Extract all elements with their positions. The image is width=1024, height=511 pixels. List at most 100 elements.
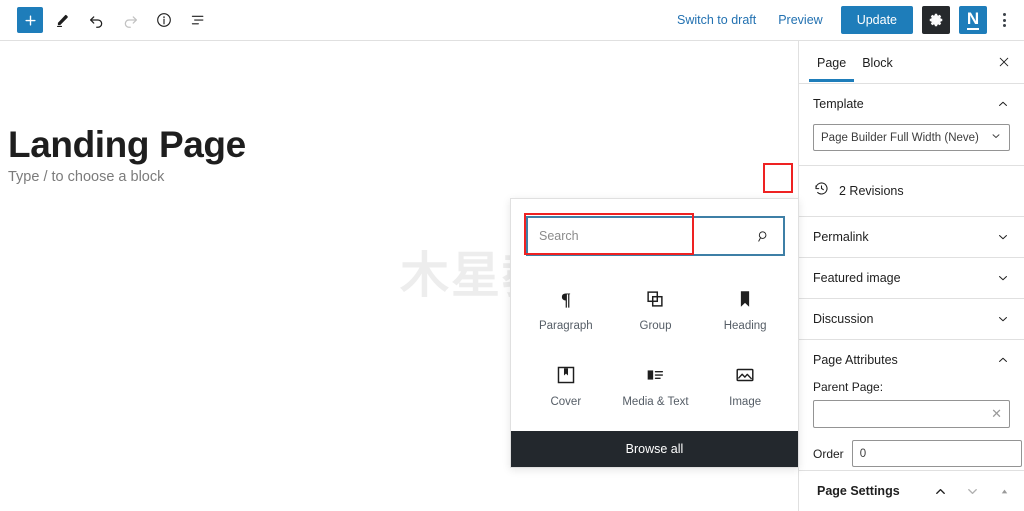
image-icon xyxy=(734,358,756,392)
template-select-value: Page Builder Full Width (Neve) xyxy=(821,131,979,144)
more-options-button[interactable] xyxy=(992,5,1016,35)
search-icon-button[interactable] xyxy=(743,229,783,244)
more-options-dot xyxy=(1002,18,1006,22)
tab-page[interactable]: Page xyxy=(809,44,855,82)
more-options-dot xyxy=(1002,13,1006,16)
edit-pencil-icon xyxy=(56,14,68,27)
media-text-icon xyxy=(644,358,666,392)
neve-options-button[interactable]: N xyxy=(959,6,987,34)
search-input[interactable] xyxy=(528,229,743,243)
list-view-icon xyxy=(191,15,204,25)
switch-to-draft-button[interactable]: Switch to draft xyxy=(666,7,767,33)
editor-top-toolbar: Switch to draft Preview Update N xyxy=(0,0,1024,41)
panel-discussion-header[interactable]: Discussion xyxy=(799,299,1024,339)
svg-text:¶: ¶ xyxy=(561,289,571,309)
chevron-up-icon xyxy=(996,353,1010,367)
page-title[interactable]: Landing Page xyxy=(8,124,246,166)
panel-template: Template Page Builder Full Width (Neve) xyxy=(799,84,1024,166)
chevron-down-icon[interactable] xyxy=(962,481,982,501)
close-sidebar-button[interactable] xyxy=(990,48,1018,76)
clear-x-icon[interactable]: ✕ xyxy=(987,406,1002,422)
panel-permalink-header[interactable]: Permalink xyxy=(799,217,1024,257)
toolbar-block-inserter-button[interactable] xyxy=(17,7,43,33)
panel-title: Featured image xyxy=(813,271,901,285)
panel-page-attributes-header[interactable]: Page Attributes xyxy=(799,340,1024,380)
panel-page-attributes-body: Parent Page: ✕ Order xyxy=(799,380,1024,481)
gear-icon xyxy=(929,13,943,27)
undo-icon xyxy=(89,15,102,28)
chevron-down-icon xyxy=(996,271,1010,285)
redo-icon xyxy=(124,15,137,28)
order-label: Order xyxy=(813,446,844,461)
toolbar-details-button[interactable] xyxy=(149,5,179,35)
revisions-label: 2 Revisions xyxy=(839,184,904,198)
toolbar-redo-button[interactable] xyxy=(115,5,145,35)
panel-discussion: Discussion xyxy=(799,299,1024,340)
parent-page-label: Parent Page: xyxy=(813,380,884,394)
inserter-block-label: Cover xyxy=(550,396,582,408)
panel-permalink: Permalink xyxy=(799,217,1024,258)
inserter-block-grid: ¶ Paragraph Group Heading Cover Media & … xyxy=(521,274,790,426)
revisions-row[interactable]: 2 Revisions xyxy=(799,166,1024,217)
close-icon xyxy=(999,57,1009,67)
inserter-block-cover[interactable]: Cover xyxy=(521,350,611,426)
group-icon xyxy=(644,282,666,316)
sidebar-tabs: Page Block xyxy=(799,41,1024,84)
chevron-down-icon xyxy=(996,230,1010,244)
inserter-search-box[interactable] xyxy=(526,216,785,256)
inserter-block-group[interactable]: Group xyxy=(611,274,701,350)
chevron-up-icon xyxy=(996,97,1010,111)
inserter-block-label: Paragraph xyxy=(538,320,593,332)
empty-block-placeholder[interactable]: Type / to choose a block xyxy=(8,169,164,185)
paragraph-icon: ¶ xyxy=(555,282,577,316)
heading-icon xyxy=(734,282,756,316)
inserter-block-image[interactable]: Image xyxy=(700,350,790,426)
parent-page-field[interactable]: ✕ xyxy=(813,400,1010,428)
panel-featured-image: Featured image xyxy=(799,258,1024,299)
search-icon xyxy=(757,230,766,242)
panel-page-attributes: Page Attributes Parent Page: ✕ Order xyxy=(799,340,1024,481)
inserter-block-label: Media & Text xyxy=(622,396,689,408)
update-button[interactable]: Update xyxy=(840,6,913,34)
inserter-block-label: Heading xyxy=(723,320,767,332)
cover-icon xyxy=(555,358,577,392)
toolbar-edit-tools-button[interactable] xyxy=(47,5,77,35)
panel-title: Page Attributes xyxy=(813,353,898,367)
parent-page-input[interactable] xyxy=(821,407,988,421)
panel-title: Permalink xyxy=(813,230,869,244)
inserter-block-heading[interactable]: Heading xyxy=(700,274,790,350)
browse-all-button[interactable]: Browse all xyxy=(511,431,798,467)
settings-toggle-button[interactable] xyxy=(922,6,950,34)
inserter-block-label: Group xyxy=(639,320,672,332)
triangle-up-icon[interactable] xyxy=(994,481,1014,501)
inserter-block-paragraph[interactable]: ¶ Paragraph xyxy=(521,274,611,350)
chevron-down-icon xyxy=(996,312,1010,326)
plus-icon xyxy=(24,14,36,26)
chevron-up-icon[interactable] xyxy=(930,481,950,501)
order-input[interactable] xyxy=(851,440,1022,467)
inserter-block-media-text[interactable]: Media & Text xyxy=(611,350,701,426)
inserter-block-label: Image xyxy=(729,396,762,408)
tab-block[interactable]: Block xyxy=(854,44,901,81)
preview-button[interactable]: Preview xyxy=(767,7,833,33)
template-select[interactable]: Page Builder Full Width (Neve) xyxy=(813,124,1010,151)
panel-template-header[interactable]: Template xyxy=(799,84,1024,124)
panel-title: Template xyxy=(813,97,864,111)
info-icon xyxy=(157,13,171,27)
panel-title: Discussion xyxy=(813,312,874,326)
revisions-clock-icon xyxy=(813,180,830,202)
toolbar-left-group xyxy=(0,5,213,35)
neve-logo-text: N xyxy=(966,9,980,30)
block-inserter-popover: ¶ Paragraph Group Heading xyxy=(510,198,799,468)
page-settings-title: Page Settings xyxy=(817,484,900,498)
toolbar-undo-button[interactable] xyxy=(81,5,111,35)
page-settings-controls xyxy=(930,481,1014,501)
order-row: Order xyxy=(813,440,1022,467)
toolbar-list-view-button[interactable] xyxy=(183,5,213,35)
panel-featured-image-header[interactable]: Featured image xyxy=(799,258,1024,298)
chevron-down-icon xyxy=(990,130,1002,145)
more-options-dot xyxy=(1002,24,1006,27)
page-settings-footer: Page Settings xyxy=(799,470,1024,511)
editor-settings-sidebar: Page Block Template Page Builder Full Wi… xyxy=(799,41,1024,511)
toolbar-right-group: Switch to draft Preview Update N xyxy=(666,5,1024,35)
